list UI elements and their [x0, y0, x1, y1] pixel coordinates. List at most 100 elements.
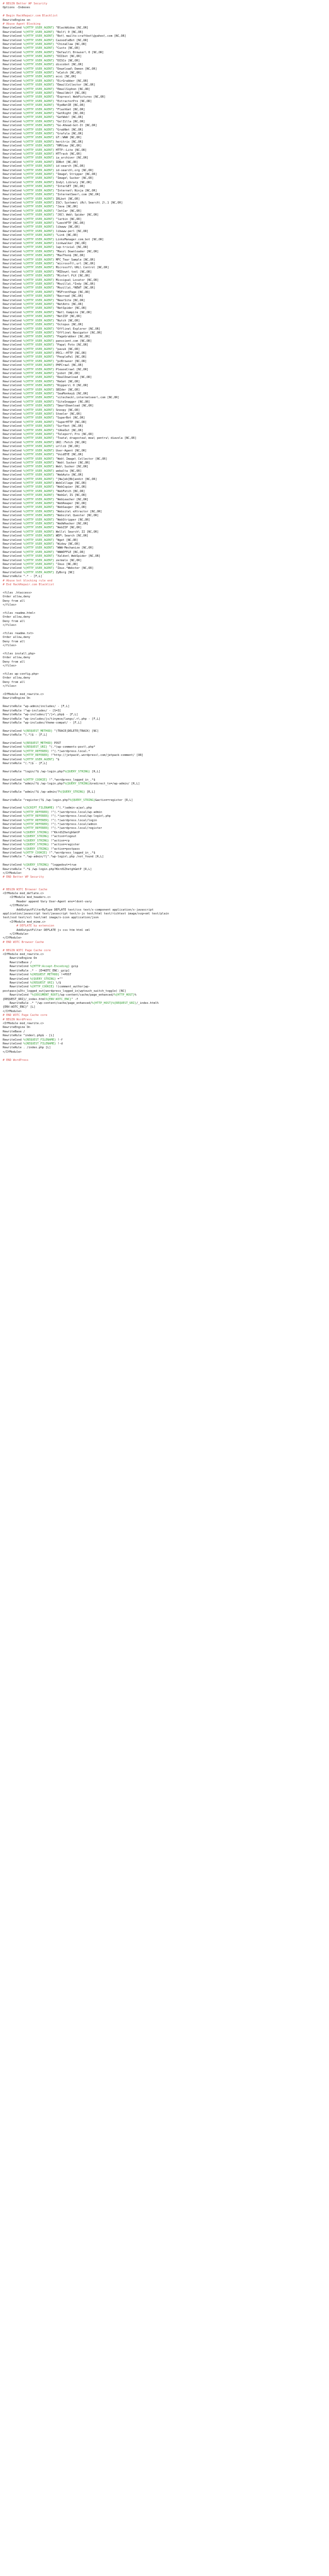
directive-line: RewriteCond %{HTTP_USER_AGENT} ^Navroad …: [3, 295, 83, 298]
directive-line: </files>: [3, 603, 16, 607]
directive-line: RewriteCond %{HTTP_USER_AGENT} ^LeechFTP…: [3, 221, 85, 225]
directive-line: RewriteCond %{HTTP_USER_AGENT} ^Mozilla\…: [3, 283, 95, 286]
directive-line: RewriteCond %{HTTP_USER_AGENT} discobot …: [3, 63, 83, 67]
server-variable: %{HTTP_USER_AGENT}: [23, 550, 54, 554]
server-variable: %{HTTP_USER_AGENT}: [23, 457, 54, 461]
server-variable: %{HTTP_USER_AGENT}: [23, 140, 54, 144]
server-variable: %{HTTP_USER_AGENT}: [23, 132, 54, 135]
directive-line: </files>: [3, 644, 16, 648]
directive-line: RewriteCond %{HTTP_USER_AGENT} LinksMana…: [3, 238, 104, 241]
server-variable: %{HTTP_USER_AGENT}: [23, 392, 54, 396]
server-variable: %{HTTP_COOKIE}: [23, 778, 48, 782]
server-variable: %{HTTP_USER_AGENT}: [23, 303, 54, 307]
server-variable: %{HTTP_USER_AGENT}: [23, 501, 54, 505]
server-variable: %{HTTP_USER_AGENT}: [23, 75, 54, 79]
directive-line: RewriteCond %{HTTP_COOKIE} !^.*wordpress…: [3, 778, 95, 782]
server-variable: %{HTTP_USER_AGENT}: [23, 384, 54, 388]
directive-line: <files wp-config.php>: [3, 673, 39, 676]
server-variable: %{HTTP_USER_AGENT}: [23, 83, 54, 87]
server-variable: %{HTTP_USER_AGENT}: [23, 156, 54, 160]
comment-line: # BEGIN Better WP Security: [3, 2, 48, 5]
server-variable: %{QUERY_STRING}: [23, 831, 49, 834]
directive-line: RewriteCond %{HTTP_USER_AGENT} ^NetSpide…: [3, 307, 87, 310]
directive-line: RewriteCond %{HTTP_USER_AGENT} ^JOC\ Web…: [3, 213, 99, 217]
server-variable: %{HTTP_USER_AGENT}: [23, 526, 54, 530]
directive-line: text/xsd text/xsl text/xml image/x-icon …: [3, 916, 99, 920]
directive-line: RewriteCond %{HTTP_USER_AGENT} ^MIDown\ …: [3, 270, 92, 274]
server-variable: %{HTTP_USER_AGENT}: [23, 307, 54, 310]
directive-line: RewriteCond %{HTTP:Accept-Encoding} gzip: [3, 965, 78, 969]
server-variable: %{HTTP_USER_AGENT}: [23, 758, 54, 761]
directive-line: RewriteCond %{HTTP_USER_AGENT} ^GetWeb! …: [3, 116, 83, 120]
server-variable: %{HTTP_USER_AGENT}: [23, 124, 54, 128]
directive-line: RewriteCond %{HTTP_USER_AGENT} ^RealDown…: [3, 376, 92, 380]
server-variable: %{HTTP:Accept-Encoding}: [30, 965, 70, 969]
server-variable: %{HTTP_USER_AGENT}: [23, 433, 54, 437]
server-variable: %{HTTP_USER_AGENT}: [23, 534, 54, 538]
directive-line: RewriteRule ^.*$ /wp-login.php?KkrdSZhet…: [3, 867, 92, 871]
directive-line: RewriteCond %{HTTP_USER_AGENT} ^Net\ Vam…: [3, 310, 92, 314]
directive-line: RewriteCond %{HTTP_USER_AGENT} Snoopy [N…: [3, 408, 80, 412]
directive-line: RewriteCond %{HTTP_USER_AGENT} ^SmartDow…: [3, 404, 94, 408]
directive-line: RewriteRule ^.* - [F,L]: [3, 575, 42, 579]
server-variable: %{HTTP_USER_AGENT}: [23, 177, 54, 180]
directive-line: </IfModule>: [3, 1009, 22, 1013]
server-variable: %{HTTP_USER_AGENT}: [23, 221, 54, 225]
server-variable: %{HTTP_USER_AGENT}: [23, 477, 54, 481]
server-variable: %{HTTP_USER_AGENT}: [23, 522, 54, 526]
server-variable: %{QUERY_STRING}: [64, 770, 90, 773]
directive-line: RewriteCond %{HTTP_USER_AGENT} URI::Fetc…: [3, 440, 87, 444]
server-variable: %{HTTP_USER_AGENT}: [23, 420, 54, 424]
server-variable: %{HTTP_USER_AGENT}: [23, 266, 54, 270]
directive-line: RewriteCond %{HTTP_USER_AGENT} ^Rippers\…: [3, 384, 89, 388]
directive-line: RewriteCond %{HTTP_USER_AGENT} ^Go!Zilla…: [3, 120, 85, 123]
server-variable: %{HTTP_USER_AGENT}: [23, 563, 54, 567]
directive-line: RewriteCond %{HTTP_USER_AGENT} ^Image\ S…: [3, 177, 94, 180]
server-variable: %{SCRIPT_FILENAME}: [23, 806, 54, 810]
directive-line: RewriteCond %{HTTP_USER_AGENT} ^Octopus …: [3, 323, 83, 327]
directive-line: Deny from all: [3, 640, 25, 643]
directive-line: RewriteCond %{HTTP_USER_AGENT} ^Go-Ahead…: [3, 124, 97, 128]
server-variable: %{HTTP_REFERER}: [23, 823, 49, 827]
directive-line: Order allow,deny: [3, 676, 30, 680]
directive-line: RewriteRule !^wp-includes/ - [S=3]: [3, 709, 61, 713]
directive-line: RewriteEngine on: [3, 18, 30, 22]
directive-line: RewriteCond %{HTTP_USER_AGENT} ^Nutch [N…: [3, 319, 80, 323]
directive-line: RewriteCond %{HTTP_USER_AGENT} Wells\ Se…: [3, 530, 99, 534]
directive-line: RewriteCond %{REQUEST_METHOD} POST: [3, 741, 61, 745]
directive-line: RewriteCond %{HTTP_REFERER} !^(.*)wordpr…: [3, 818, 97, 822]
directive-line: RewriteEngine On: [3, 957, 37, 961]
directive-line: RewriteRule ^admin/?$ /wp-login.php?%{QU…: [3, 782, 140, 786]
directive-line: RewriteCond %{HTTP_USER_AGENT} IRLbot [N…: [3, 197, 80, 201]
comment-line: # Abuse Agent Blocking: [3, 22, 41, 26]
directive-line: AddOutputFilter DEFLATE js css htm html …: [3, 928, 90, 932]
directive-line: RewriteCond %{HTTP_USER_AGENT} ^DISCo [N…: [3, 59, 80, 63]
server-variable: %{HTTP_USER_AGENT}: [23, 404, 54, 408]
directive-line: RewriteCond %{HTTP_USER_AGENT} libwww-pe…: [3, 229, 89, 233]
directive-line: RewriteRule .* "/wp-content/cache/page_e…: [3, 1001, 159, 1005]
directive-line: RewriteCond %{HTTP_USER_AGENT} SBIder [N…: [3, 388, 80, 392]
server-variable: %{HTTP_USER_AGENT}: [23, 108, 54, 111]
directive-line: RewriteCond %{SCRIPT_FILENAME} !^(.*)adm…: [3, 806, 92, 810]
server-variable: %{HTTP_USER_AGENT}: [23, 437, 54, 440]
directive-line: RewriteCond %{HTTP_USER_AGENT} lwp-trivi…: [3, 246, 89, 250]
server-variable: %{HTTP_USER_AGENT}: [23, 351, 54, 355]
server-variable: %{HTTP_USER_AGENT}: [23, 79, 54, 83]
directive-line: RewriteCond %{HTTP_USER_AGENT} Steeler […: [3, 413, 82, 416]
server-variable: %{REQUEST_FILENAME}: [23, 1038, 56, 1042]
directive-line: RewriteRule ^wp-includes/theme-compat/ -…: [3, 721, 82, 725]
server-variable: %{HTTP_USER_AGENT}: [23, 376, 54, 380]
comment-line: # END W3TC Browser Cache: [3, 940, 44, 944]
directive-line: <files install.php>: [3, 652, 36, 656]
directive-line: RewriteCond %{HTTP_USER_AGENT} ^Website\…: [3, 514, 99, 518]
server-variable: %{QUERY_STRING}: [23, 863, 49, 867]
directive-line: RewriteCond %{HTTP_USER_AGENT} ecxi [NC,…: [3, 75, 77, 79]
directive-line: RewriteCond %{REQUEST_URI} ^(.*)wp-comme…: [3, 745, 95, 749]
server-variable: %{HTTP_USER_AGENT}: [23, 50, 54, 54]
server-variable: %{HTTP_USER_AGENT}: [23, 120, 54, 123]
directive-line: RewriteCond %{QUERY_STRING} !^action=rp: [3, 839, 70, 843]
